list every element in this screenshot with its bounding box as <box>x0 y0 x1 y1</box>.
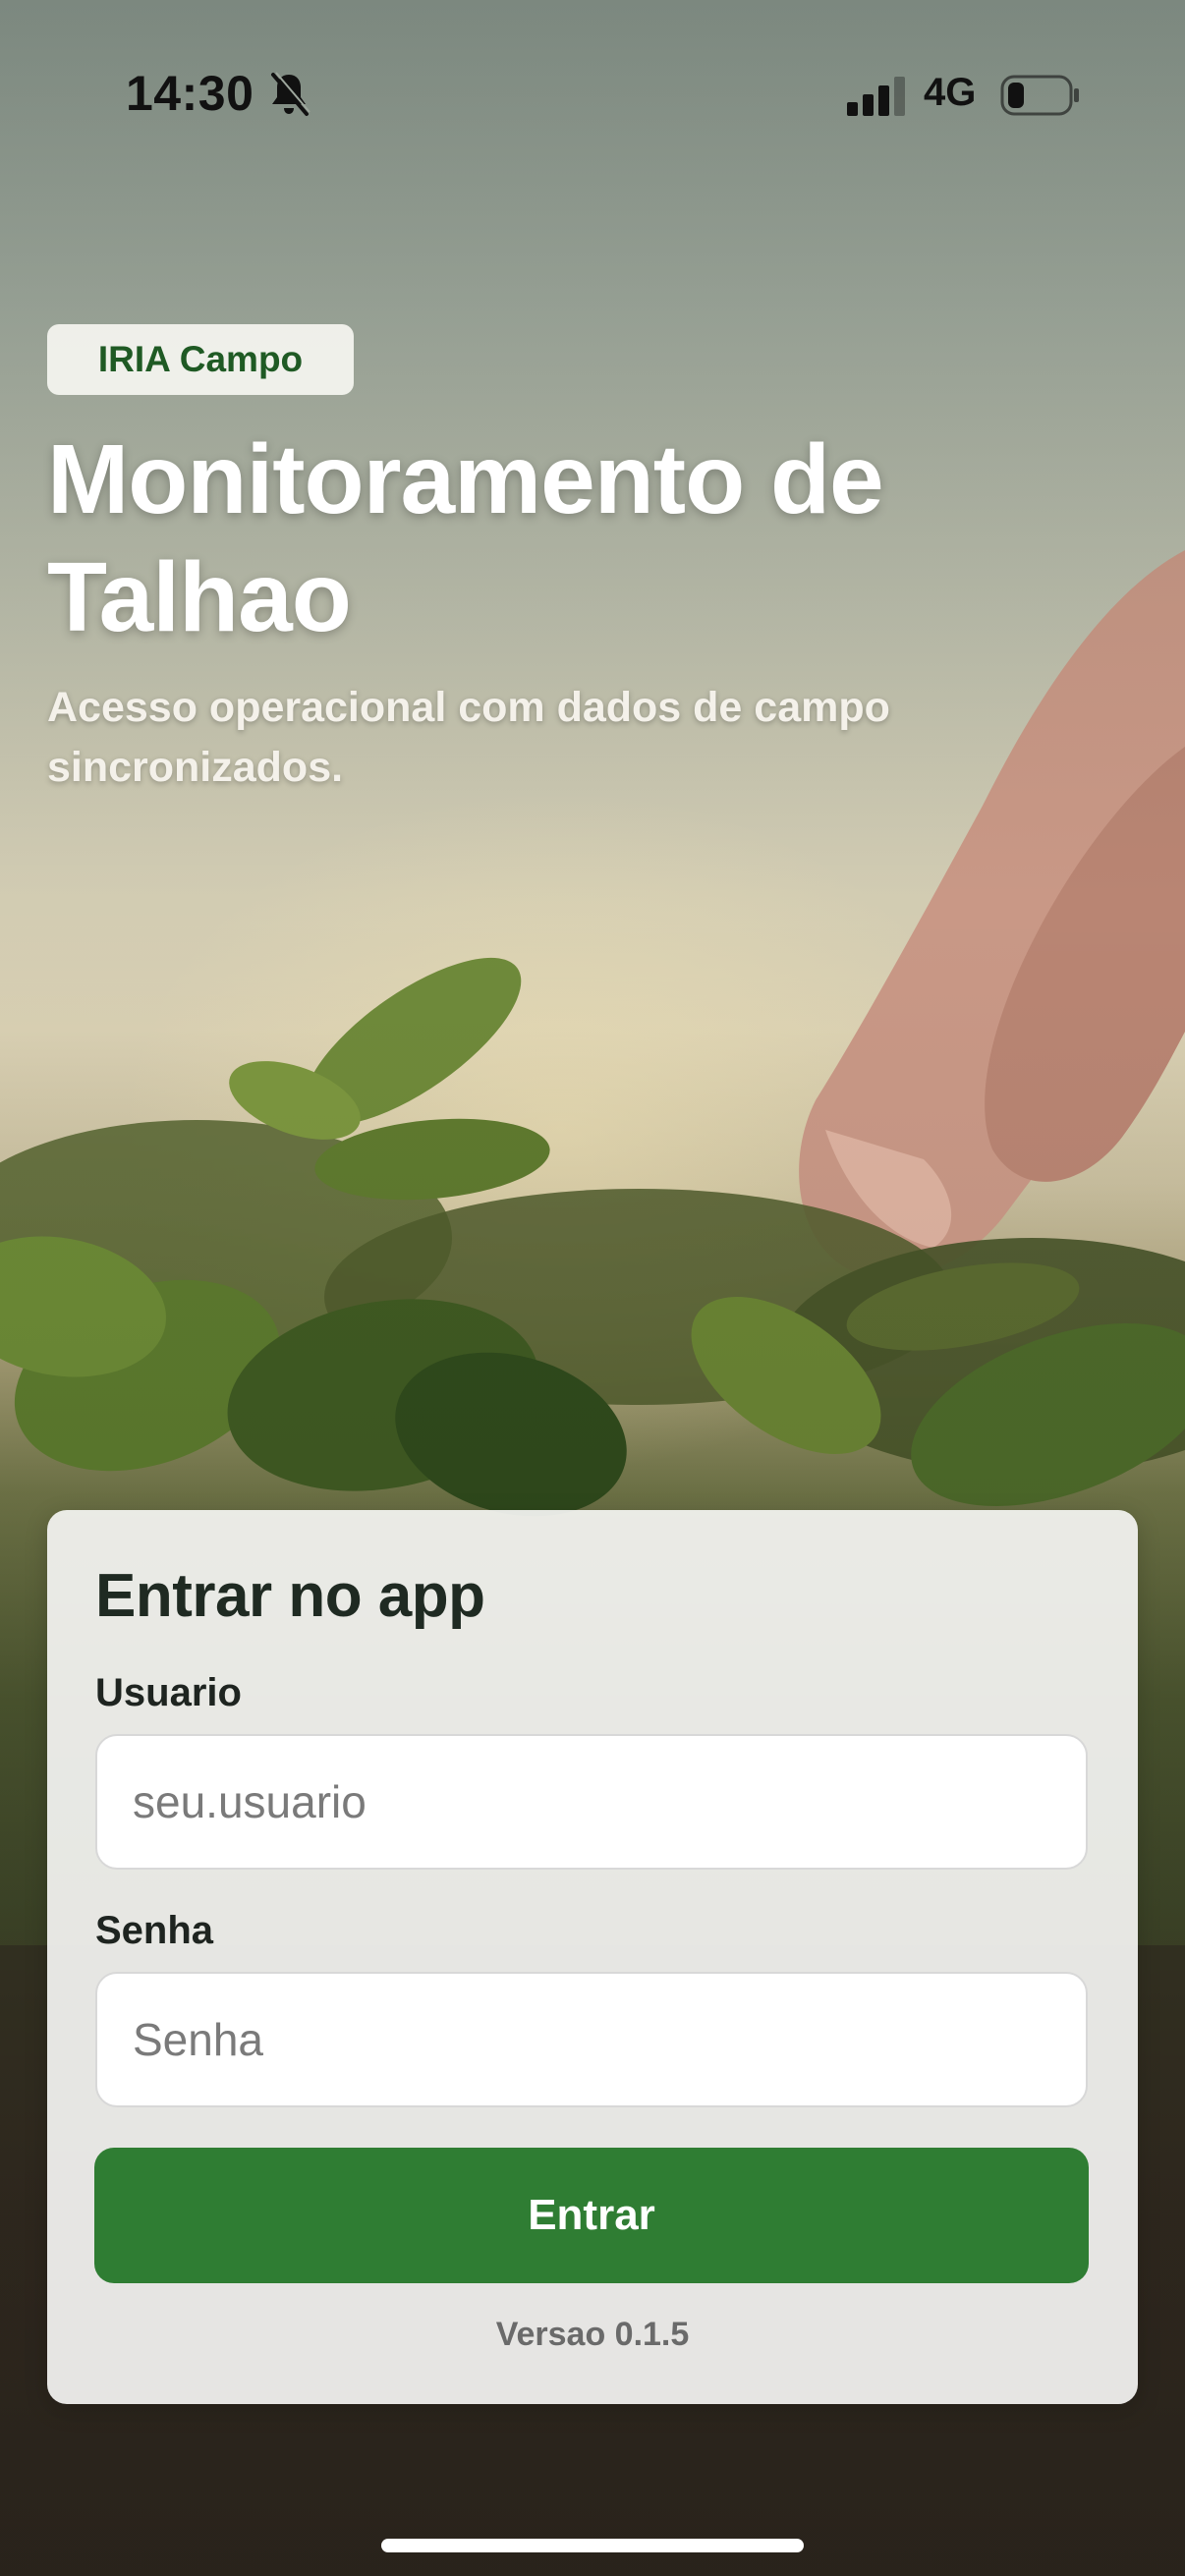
password-input[interactable] <box>95 1972 1088 2107</box>
password-label: Senha <box>95 1909 214 1952</box>
signal-bars-icon <box>847 77 905 116</box>
username-label: Usuario <box>95 1671 242 1714</box>
battery-low-icon <box>1000 75 1079 116</box>
version-text: Versao 0.1.5 <box>495 2316 690 2353</box>
username-input[interactable] <box>95 1734 1088 1870</box>
bell-slash-icon <box>271 72 310 116</box>
status-bar: 14:30 4G <box>0 0 1185 196</box>
login-button[interactable]: Entrar <box>94 2148 1089 2283</box>
brand-badge: IRIA Campo <box>47 324 354 395</box>
login-title: Entrar no app <box>95 1562 485 1630</box>
page-title: Monitoramento de Talhao <box>47 424 884 652</box>
login-card: Entrar no app Usuario Senha Entrar Versa… <box>47 1510 1138 2404</box>
status-time: 14:30 <box>126 66 254 121</box>
page-subtitle: Acesso operacional com dados de campo si… <box>47 684 890 791</box>
home-indicator[interactable] <box>381 2539 804 2552</box>
status-network: 4G <box>924 71 977 114</box>
